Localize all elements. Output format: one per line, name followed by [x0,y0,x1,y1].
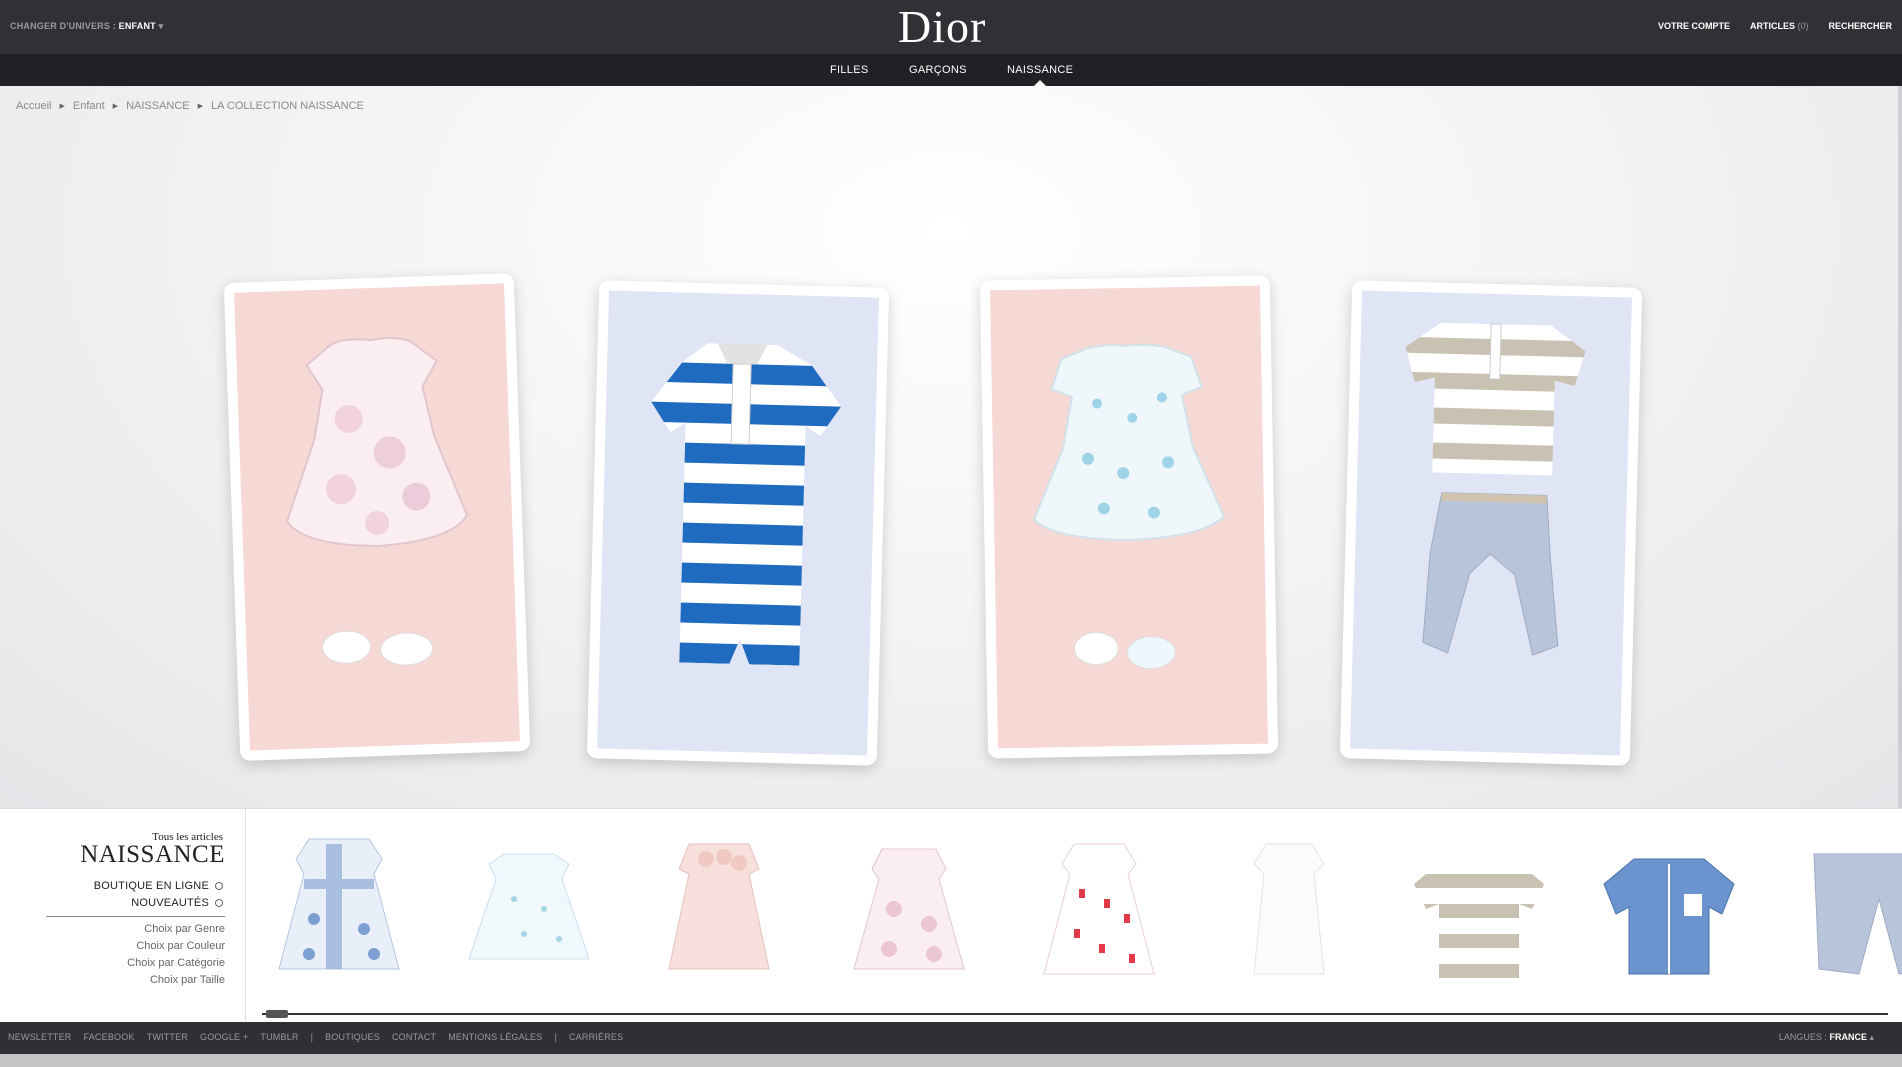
lang-label: LANGUES : [1778,1032,1827,1042]
footer-twitter[interactable]: TWITTER [147,1032,188,1042]
thumbnail-pink-floral-dress[interactable] [834,829,984,989]
main-nav: FILLES GARÇONS NAISSANCE [0,54,1902,86]
thumbnail-blue-floral-dress[interactable] [264,829,414,989]
nouveautes-label: NOUVEAUTÉS [131,897,209,909]
language-selector[interactable]: LANGUES : FRANCE ▴ [1779,1032,1874,1043]
nav-filles[interactable]: FILLES [830,64,869,76]
footer-mentions[interactable]: MENTIONS LÉGALES [448,1032,542,1042]
pink-dress-image [285,337,469,666]
polo-outfit-image [1402,321,1587,656]
choice-genre[interactable]: Choix par Genre [144,923,225,935]
radio-circle-icon [215,882,223,890]
footer-carrieres[interactable]: CARRIÈRES [569,1032,623,1042]
scrollbar-handle[interactable] [266,1010,288,1018]
footer: NEWSLETTER FACEBOOK TWITTER GOOGLE + TUM… [0,1022,1902,1054]
thumbnail-light-blue-dress[interactable] [454,829,604,989]
thumbnail-scrollbar[interactable] [262,1010,1888,1018]
top-bar: CHANGER D'UNIVERS : ENFANT ▾ Dior VOTRE … [0,0,1902,54]
hero-area: Accueil ▶ Enfant ▶ NAISSANCE ▶ LA COLLEC… [0,86,1902,808]
menu-divider [46,916,225,917]
breadcrumb-arrow-icon: ▶ [59,103,65,110]
univers-label: CHANGER D'UNIVERS : [10,21,116,31]
univers-value: ENFANT [118,21,156,31]
chevron-down-icon: ▾ [158,21,164,31]
card-panel [990,285,1268,749]
footer-facebook[interactable]: FACEBOOK [84,1032,135,1042]
articles-label: ARTICLES [1749,21,1795,31]
breadcrumb-arrow-icon: ▶ [197,103,204,110]
thumbnail-strip: Tous les articles NAISSANCE BOUTIQUE EN … [0,808,1902,1023]
nav-garcons[interactable]: GARÇONS [909,64,967,76]
striped-polo-image [1414,859,1544,979]
chevron-up-icon: ▴ [1869,1032,1874,1042]
boutique-label: BOUTIQUE EN LIGNE [93,880,209,892]
blue-trousers-image [1813,853,1902,975]
breadcrumb-naissance[interactable]: NAISSANCE [126,100,190,112]
pink-ruffle-dress-image [668,843,770,970]
thumbnail-striped-polo[interactable] [1404,829,1554,989]
footer-google[interactable]: GOOGLE + [200,1032,248,1042]
account-link[interactable]: VOTRE COMPTE [1658,21,1730,31]
univers-switcher[interactable]: CHANGER D'UNIVERS : ENFANT ▾ [10,21,163,32]
thumbnail-white-dress[interactable] [1214,829,1364,989]
choice-couleur[interactable]: Choix par Couleur [136,940,225,952]
breadcrumb-current: LA COLLECTION NAISSANCE [211,100,364,112]
card-panel [1350,290,1632,756]
product-card-striped-romper[interactable] [586,280,890,766]
card-panel [234,283,520,751]
polka-dress-image [1032,343,1226,670]
striped-romper-image [644,341,843,667]
breadcrumb: Accueil ▶ Enfant ▶ NAISSANCE ▶ LA COLLEC… [16,100,364,112]
thumbnail-gingham-shirt[interactable] [1594,829,1744,989]
product-card-polka-dress[interactable] [979,275,1279,759]
thumbnail-pink-ruffle-dress[interactable] [644,829,794,989]
thumbnail-blue-trousers[interactable] [1784,829,1902,989]
articles-count: (0) [1797,21,1809,31]
boutique-option[interactable]: BOUTIQUE EN LIGNE [94,880,223,892]
product-card-polo-outfit[interactable] [1339,280,1643,766]
footer-newsletter[interactable]: NEWSLETTER [8,1032,72,1042]
footer-boutiques[interactable]: BOUTIQUES [325,1032,380,1042]
articles-link[interactable]: ARTICLES (0) [1750,21,1809,31]
gingham-shirt-image [1603,858,1735,975]
red-dot-dress-image [1043,843,1155,975]
footer-separator: | [554,1032,557,1042]
pink-floral-dress-image [853,848,965,970]
collection-menu: Tous les articles NAISSANCE BOUTIQUE EN … [0,809,246,1023]
nouveautes-option[interactable]: NOUVEAUTÉS [131,897,223,909]
vertical-scrollbar[interactable] [1898,86,1902,808]
bottom-strip [0,1054,1902,1067]
footer-contact[interactable]: CONTACT [392,1032,436,1042]
light-blue-dress-image [468,853,590,960]
account-links: VOTRE COMPTE ARTICLES (0) RECHERCHER [1658,21,1892,31]
radio-circle-icon [215,899,223,907]
thumbnail-red-dot-dress[interactable] [1024,829,1174,989]
white-dress-image [1253,843,1325,975]
choice-taille[interactable]: Choix par Taille [150,974,225,986]
breadcrumb-home[interactable]: Accueil [16,100,51,112]
breadcrumb-enfant[interactable]: Enfant [73,100,105,112]
breadcrumb-arrow-icon: ▶ [112,103,119,110]
footer-tumblr[interactable]: TUMBLR [260,1032,298,1042]
search-link[interactable]: RECHERCHER [1828,21,1892,31]
dior-logo[interactable]: Dior [898,0,986,53]
lang-value: FRANCE [1829,1032,1867,1042]
blue-floral-dress-image [278,838,400,970]
collection-title: NAISSANCE [80,841,225,868]
footer-separator: | [310,1032,314,1042]
product-card-pink-dress[interactable] [223,273,531,761]
card-panel [597,290,879,756]
choice-categorie[interactable]: Choix par Catégorie [127,957,225,969]
nav-naissance[interactable]: NAISSANCE [1007,64,1073,76]
footer-links: NEWSLETTER FACEBOOK TWITTER GOOGLE + TUM… [8,1032,623,1042]
